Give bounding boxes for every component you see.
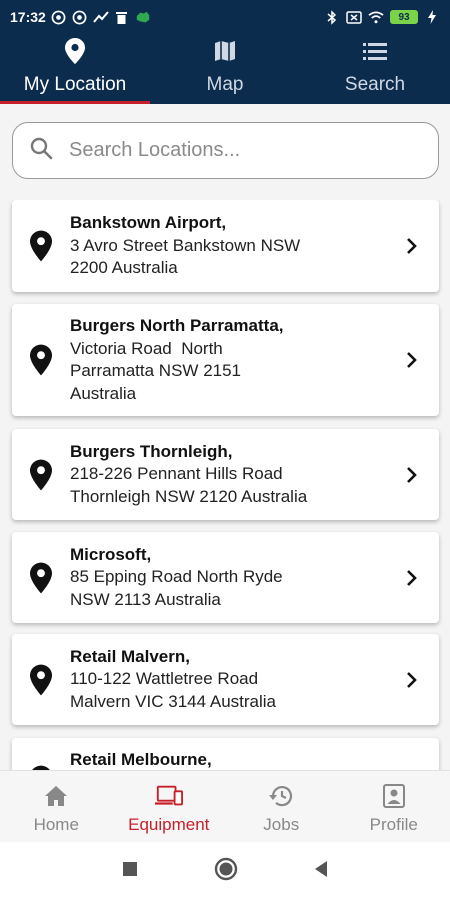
- status-bar: 17:32 93: [0, 0, 450, 34]
- location-list: Bankstown Airport, 3 Avro Street Banksto…: [0, 200, 450, 770]
- location-address-line: 85 Epping Road North Ryde: [70, 567, 283, 587]
- search-icon: [29, 136, 53, 165]
- location-address-line: Thornleigh NSW 2120 Australia: [70, 486, 308, 506]
- search-input[interactable]: [69, 139, 399, 162]
- location-pin-icon: [12, 562, 70, 594]
- tab-map[interactable]: Map: [150, 34, 300, 104]
- location-pin-icon: [12, 664, 70, 696]
- home-icon: [42, 783, 70, 809]
- location-name: Bankstown Airport,: [70, 213, 227, 233]
- location-address-line: Australia: [70, 383, 137, 403]
- nav-label: Equipment: [128, 815, 210, 834]
- location-name: Retail Malvern,: [70, 646, 190, 666]
- location-address-line: NSW 2113 Australia: [70, 589, 221, 609]
- history-icon: [267, 783, 295, 809]
- location-pin-icon: [62, 38, 88, 64]
- nav-profile[interactable]: Profile: [338, 771, 450, 842]
- location-address-line: Parramatta NSW 2151: [70, 361, 242, 380]
- map-icon: [212, 38, 238, 64]
- location-address-line: Victoria Road North: [70, 338, 223, 358]
- location-pin-icon: [12, 230, 70, 262]
- tab-label: Search: [344, 74, 406, 95]
- bluetooth-icon: [324, 9, 340, 25]
- location-card[interactable]: Burgers Thornleigh, 218-226 Pennant Hill…: [12, 429, 439, 520]
- wifi-icon: [368, 9, 384, 25]
- system-navigation-bar: [0, 842, 450, 900]
- location-name: Microsoft,: [70, 544, 152, 564]
- location-name: Burgers North Parramatta,: [70, 316, 284, 335]
- search-bar[interactable]: [12, 122, 439, 179]
- chevron-right-icon: [385, 237, 439, 255]
- devices-icon: [154, 783, 183, 809]
- location-card[interactable]: Microsoft, 85 Epping Road North Ryde NSW…: [12, 532, 439, 623]
- sim-icon: [346, 9, 362, 25]
- top-tabs: My Location Map Search: [0, 34, 450, 104]
- charging-icon: [424, 9, 440, 25]
- location-name: Retail Melbourne,: [70, 750, 212, 769]
- location-card[interactable]: Retail Malvern, 110-122 Wattletree Road …: [12, 634, 439, 725]
- app-header: 17:32 93 My Location Map Search: [0, 0, 450, 104]
- location-address-line: Malvern VIC 3144 Australia: [70, 691, 276, 711]
- location-pin-icon: [12, 749, 70, 770]
- nav-equipment[interactable]: Equipment: [113, 771, 226, 842]
- bottom-navigation: Home Equipment Jobs Profile: [0, 770, 450, 842]
- nav-home[interactable]: Home: [0, 771, 113, 842]
- chevron-right-icon: [385, 569, 439, 587]
- active-tab-indicator: [0, 101, 150, 104]
- tab-search[interactable]: Search: [300, 34, 450, 104]
- chevron-right-icon: [385, 671, 439, 689]
- location-card[interactable]: Retail Melbourne,: [12, 738, 439, 770]
- chevron-right-icon: [385, 351, 439, 369]
- profile-icon: [380, 783, 408, 809]
- nav-label: Home: [33, 815, 79, 834]
- australia-map-icon: [135, 9, 151, 25]
- location-address-line: 2200 Australia: [70, 258, 178, 278]
- tab-label: Map: [206, 74, 244, 95]
- location-pin-icon: [12, 344, 70, 376]
- trending-icon: [93, 9, 109, 25]
- location-name: Burgers Thornleigh,: [70, 441, 233, 461]
- recent-apps-button[interactable]: [122, 861, 138, 882]
- back-button[interactable]: [314, 860, 328, 883]
- battery-icon: 93: [390, 10, 418, 24]
- trash-icon: [114, 9, 130, 25]
- location-card[interactable]: Bankstown Airport, 3 Avro Street Banksto…: [12, 200, 439, 292]
- whatsapp-icon: [72, 9, 88, 25]
- location-address-line: 110-122 Wattletree Road: [70, 669, 259, 689]
- nav-jobs[interactable]: Jobs: [225, 771, 338, 842]
- location-address-line: 218-226 Pennant Hills Road: [70, 464, 283, 484]
- location-card[interactable]: Burgers North Parramatta, Victoria Road …: [12, 304, 439, 416]
- tab-label: My Location: [23, 74, 127, 95]
- nav-label: Jobs: [263, 815, 300, 834]
- whatsapp-icon: [51, 9, 67, 25]
- location-pin-icon: [12, 459, 70, 491]
- nav-label: Profile: [369, 815, 418, 834]
- chevron-right-icon: [385, 466, 439, 484]
- tab-my-location[interactable]: My Location: [0, 34, 150, 104]
- home-button[interactable]: [214, 857, 238, 886]
- status-time: 17:32: [10, 9, 46, 25]
- list-icon: [362, 38, 388, 64]
- location-address-line: 3 Avro Street Bankstown NSW: [70, 235, 301, 255]
